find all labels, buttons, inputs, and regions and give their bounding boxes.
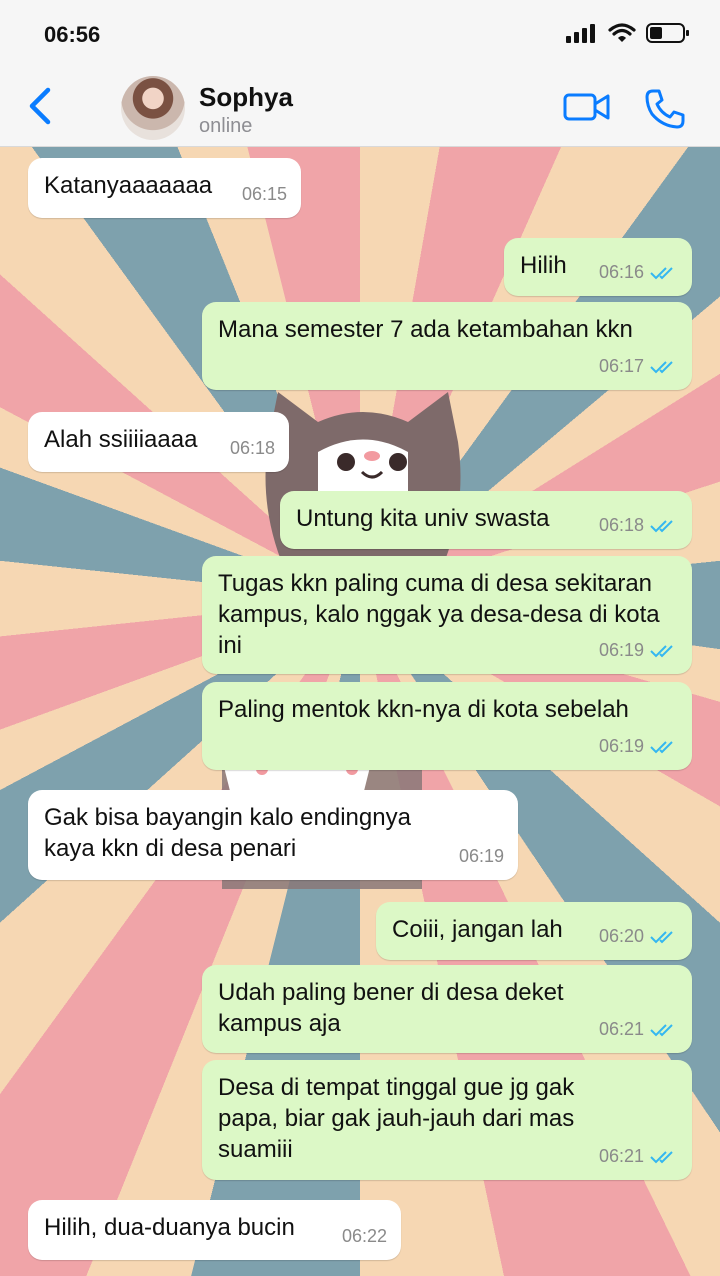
read-ticks-icon	[650, 740, 673, 753]
message-bubble-incoming[interactable]: Gak bisa bayangin kalo endingnya kaya kk…	[28, 790, 518, 880]
message-time: 06:18	[598, 515, 644, 535]
message-bubble-incoming[interactable]: Katanyaaaaaaa 06:15	[28, 158, 301, 218]
message-text: Hilih	[520, 252, 567, 279]
message-time: 06:18	[229, 438, 275, 458]
status-icons	[566, 22, 690, 44]
chat-background: Katanyaaaaaaa 06:15 Hilih 06:16 Mana sem…	[0, 147, 720, 1276]
read-ticks-icon	[650, 519, 673, 532]
signal-icon	[566, 24, 595, 43]
message-text: Mana semester 7 ada ketambahan kkn	[218, 316, 633, 343]
message-bubble-outgoing[interactable]: Coiii, jangan lah 06:20	[376, 902, 692, 960]
message-bubble-outgoing[interactable]: Untung kita univ swasta 06:18	[280, 491, 692, 549]
message-meta: 06:18	[599, 510, 678, 541]
read-ticks-icon	[650, 266, 673, 279]
message-bubble-incoming[interactable]: Hilih, dua-duanya bucin 06:22	[28, 1200, 401, 1260]
message-meta: 06:19	[459, 841, 504, 872]
message-meta: 06:17	[599, 351, 678, 382]
message-text: Hilih, dua-duanya bucin	[44, 1214, 295, 1241]
message-meta: 06:21	[599, 1014, 678, 1045]
cat-wallpaper-illustration	[265, 392, 461, 577]
phone-call-icon[interactable]	[644, 88, 686, 130]
message-meta: 06:20	[599, 921, 678, 952]
message-meta: 06:16	[599, 257, 678, 288]
message-time: 06:22	[341, 1226, 387, 1246]
message-bubble-outgoing[interactable]: Udah paling bener di desa deket kampus a…	[202, 965, 692, 1053]
message-bubble-outgoing[interactable]: Tugas kkn paling cuma di desa sekitaran …	[202, 556, 692, 674]
message-time: 06:19	[458, 846, 504, 866]
message-meta: 06:21	[599, 1141, 678, 1172]
message-text: Udah paling bener di desa deket kampus a…	[218, 979, 564, 1037]
read-ticks-icon	[650, 644, 673, 657]
message-meta: 06:19	[599, 635, 678, 666]
contact-name[interactable]: Sophya	[199, 82, 293, 113]
status-bar: 06:56	[0, 0, 720, 70]
message-bubble-outgoing[interactable]: Paling mentok kkn-nya di kota sebelah 06…	[202, 682, 692, 770]
message-text: Alah ssiiiiaaaa	[44, 426, 198, 453]
video-call-icon[interactable]	[562, 90, 612, 124]
back-chevron-icon[interactable]	[26, 86, 56, 126]
message-time: 06:21	[598, 1019, 644, 1039]
message-bubble-outgoing[interactable]: Desa di tempat tinggal gue jg gak papa, …	[202, 1060, 692, 1180]
message-meta: 06:15	[242, 179, 287, 210]
message-text: Coiii, jangan lah	[392, 916, 563, 943]
message-time: 06:16	[598, 262, 644, 282]
message-text: Paling mentok kkn-nya di kota sebelah	[218, 696, 629, 723]
read-ticks-icon	[650, 1150, 673, 1163]
read-ticks-icon	[650, 360, 673, 373]
read-ticks-icon	[650, 930, 673, 943]
message-text: Katanyaaaaaaa	[44, 172, 213, 199]
contact-status: online	[199, 115, 253, 137]
contact-avatar[interactable]	[121, 76, 185, 140]
message-meta: 06:19	[599, 731, 678, 762]
message-time: 06:19	[598, 736, 644, 756]
message-meta: 06:18	[230, 433, 275, 464]
message-meta: 06:22	[342, 1221, 387, 1252]
message-bubble-outgoing[interactable]: Mana semester 7 ada ketambahan kkn 06:17	[202, 302, 692, 390]
message-text: Gak bisa bayangin kalo endingnya kaya kk…	[44, 804, 411, 862]
chat-header: Sophya online	[0, 70, 720, 147]
status-time: 06:56	[44, 22, 101, 47]
message-text: Untung kita univ swasta	[296, 505, 550, 532]
message-bubble-outgoing[interactable]: Hilih 06:16	[504, 238, 692, 296]
battery-icon	[646, 23, 689, 43]
message-time: 06:17	[598, 356, 644, 376]
message-time: 06:20	[598, 926, 644, 946]
wifi-icon	[608, 23, 636, 42]
message-time: 06:15	[241, 184, 287, 204]
message-bubble-incoming[interactable]: Alah ssiiiiaaaa 06:18	[28, 412, 289, 472]
message-time: 06:21	[598, 1146, 644, 1166]
message-text: Desa di tempat tinggal gue jg gak papa, …	[218, 1074, 575, 1163]
read-ticks-icon	[650, 1023, 673, 1036]
message-text: Tugas kkn paling cuma di desa sekitaran …	[218, 570, 660, 659]
message-time: 06:19	[598, 640, 644, 660]
